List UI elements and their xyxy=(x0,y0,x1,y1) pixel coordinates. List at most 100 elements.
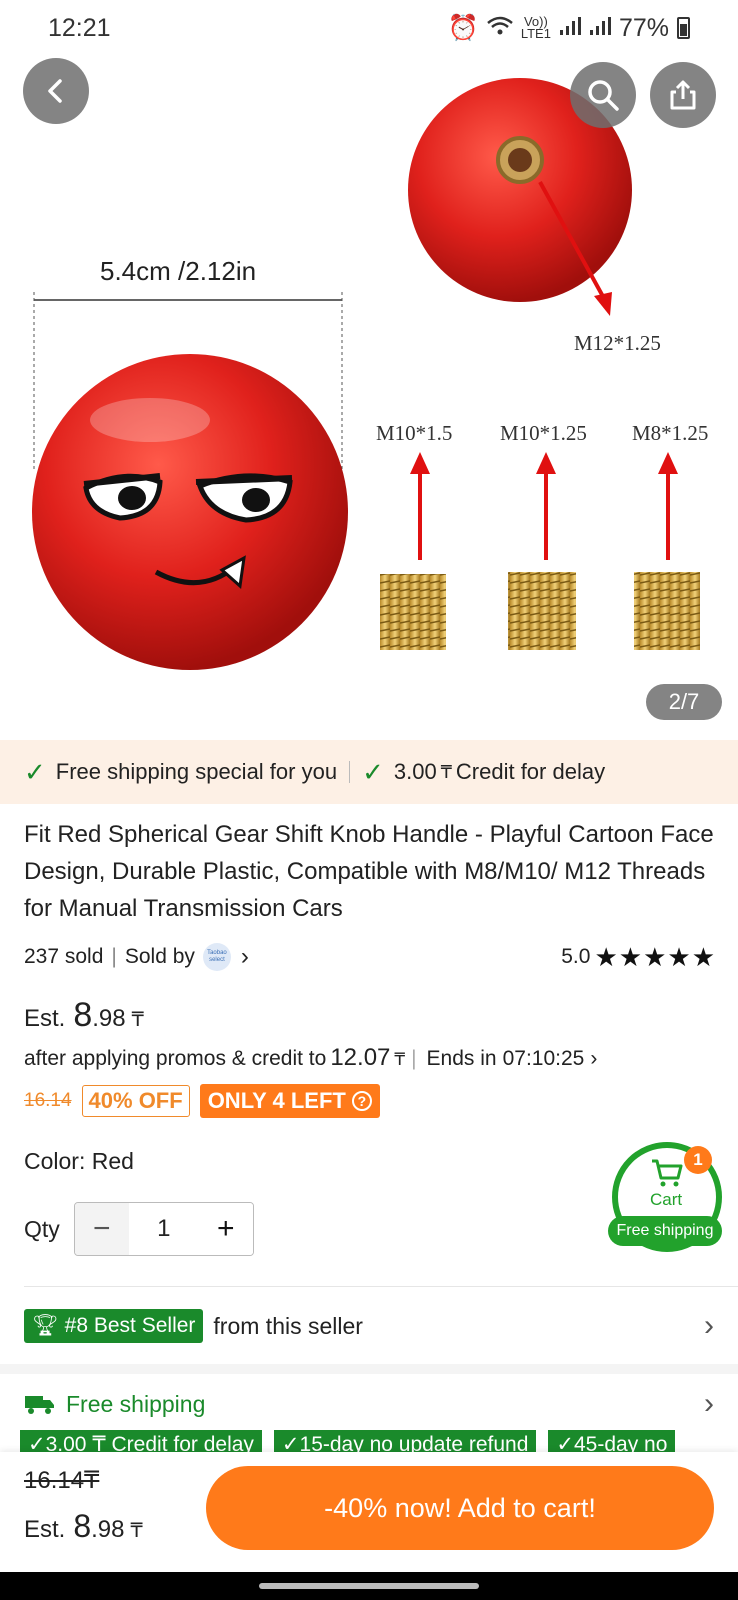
rating[interactable]: 5.0 ★★★★★ xyxy=(561,942,716,973)
est-price-int: 8 xyxy=(73,996,93,1034)
shipping-promo-banner[interactable]: ✓ Free shipping special for you ✓ 3.00 ₸… xyxy=(0,740,738,804)
seller-text: from this seller xyxy=(213,1312,363,1339)
trophy-icon: 🏆︎ xyxy=(32,1314,59,1337)
knob-front-view xyxy=(32,354,348,670)
home-gesture-pill[interactable] xyxy=(259,1583,479,1589)
back-button[interactable] xyxy=(23,58,89,124)
search-button[interactable] xyxy=(570,62,636,128)
shipping-chip: ✓45-day no xyxy=(548,1430,676,1454)
currency-symbol: ₸ xyxy=(394,1050,406,1069)
image-page-indicator: 2/7 xyxy=(646,684,722,720)
check-icon: ✓ xyxy=(362,756,384,787)
divider xyxy=(24,1286,738,1287)
qty-label: Qty xyxy=(24,1215,60,1242)
decrease-button[interactable]: − xyxy=(74,1203,129,1255)
status-icons: ⏰ Vo)) LTE1 77% xyxy=(448,14,690,43)
system-nav-bar xyxy=(0,1572,738,1600)
est-label: Est. xyxy=(24,1005,66,1032)
signal-icon-2 xyxy=(589,14,611,43)
divider: | xyxy=(411,1047,417,1070)
shipping-chips: ✓3.00 ₸ Credit for delay ✓15-day no upda… xyxy=(20,1430,676,1454)
chevron-right-icon: › xyxy=(704,1387,714,1420)
store-logo[interactable]: Taobao select xyxy=(202,943,231,971)
thread-label-1: M10*1.5 xyxy=(376,421,452,445)
divider xyxy=(349,761,351,783)
divider: | xyxy=(111,945,117,968)
best-seller-badge: 🏆︎ #8 Best Seller xyxy=(24,1309,204,1343)
share-button[interactable] xyxy=(650,62,716,128)
free-shipping-title: Free shipping xyxy=(66,1390,206,1417)
chevron-right-icon[interactable]: › xyxy=(241,943,249,971)
bottom-est-price: Est. 8 .98 ₸ xyxy=(24,1508,143,1545)
credit-amount: 3.00 xyxy=(393,759,437,784)
product-image-gallery[interactable]: 5.4cm /2.12in M12*1.25 M10*1.5 M10*1.25 … xyxy=(0,0,738,724)
promo-row[interactable]: after applying promos & credit to 12.07 … xyxy=(24,1044,724,1072)
stock-badge-text: ONLY 4 LEFT xyxy=(207,1088,346,1113)
bottom-action-bar: 16.14₸ Est. 8 .98 ₸ -40% now! Add to car… xyxy=(0,1452,738,1572)
sold-row: 237 sold | Sold by Taobao select › 5.0 ★… xyxy=(24,940,716,974)
thread-label-2: M10*1.25 xyxy=(500,421,587,445)
truck-icon xyxy=(25,1396,54,1414)
countdown: 07:10:25 xyxy=(502,1047,585,1070)
shipping-chip: ✓3.00 ₸ Credit for delay xyxy=(20,1430,262,1454)
thread-label-top: M12*1.25 xyxy=(574,331,661,355)
est-price-int: 8 xyxy=(73,1508,92,1544)
free-shipping-row[interactable]: Free shipping › xyxy=(24,1384,714,1424)
original-price: 16.14 xyxy=(24,1090,72,1111)
search-icon xyxy=(588,80,619,111)
alarm-icon: ⏰ xyxy=(447,13,479,42)
estimated-price: Est. 8 .98 ₸ xyxy=(24,996,144,1035)
product-page: 5.4cm /2.12in M12*1.25 M10*1.5 M10*1.25 … xyxy=(0,0,738,1600)
add-to-cart-button[interactable]: -40% now! Add to cart! xyxy=(206,1466,714,1550)
chevron-right-icon: › xyxy=(704,1309,714,1342)
thread-label-3: M8*1.25 xyxy=(632,421,708,445)
share-icon xyxy=(670,80,696,110)
dimension-label: 5.4cm /2.12in xyxy=(100,256,256,286)
quantity-stepper[interactable]: − 1 + xyxy=(73,1202,254,1256)
sold-count: 237 sold xyxy=(24,945,104,968)
est-price-dec: .98 xyxy=(91,1516,125,1543)
shipping-chip: ✓15-day no update refund xyxy=(273,1430,537,1454)
rating-value: 5.0 xyxy=(561,945,591,968)
est-label: Est. xyxy=(24,1516,66,1543)
chevron-right-icon: › xyxy=(590,1047,598,1070)
promo-text: after applying promos & credit to xyxy=(24,1047,327,1070)
chevron-left-icon xyxy=(48,79,62,103)
thread-adapters xyxy=(380,452,700,650)
product-title: Fit Red Spherical Gear Shift Knob Handle… xyxy=(24,821,714,922)
promo-price: 12.07 xyxy=(330,1044,391,1071)
sold-by-label: Sold by xyxy=(124,945,195,968)
network-label: Vo)) LTE1 xyxy=(520,14,551,41)
badge-row: 16.14 40% OFF ONLY 4 LEFT ? xyxy=(24,1084,380,1118)
currency-symbol: ₸ xyxy=(130,1521,143,1542)
free-shipping-text: Free shipping special for you xyxy=(55,759,338,784)
bottom-original-price: 16.14₸ xyxy=(24,1467,100,1494)
status-time: 12:21 xyxy=(48,13,111,42)
currency-symbol: ₸ xyxy=(131,1010,144,1031)
discount-badge: 40% OFF xyxy=(81,1085,190,1117)
status-bar: 12:21 ⏰ Vo)) LTE1 77% xyxy=(0,0,738,56)
quantity-row: Qty − 1 + xyxy=(24,1202,254,1256)
color-selection[interactable]: Color: Red xyxy=(24,1148,134,1175)
wifi-icon xyxy=(487,14,513,43)
battery-icon xyxy=(677,17,690,39)
quantity-value[interactable]: 1 xyxy=(128,1203,199,1255)
cart-count-badge: 1 xyxy=(684,1146,712,1174)
cart-label: Cart xyxy=(650,1190,683,1209)
section-gap xyxy=(0,1364,738,1374)
stock-badge[interactable]: ONLY 4 LEFT ? xyxy=(199,1084,380,1118)
credit-text: Credit for delay xyxy=(455,759,606,784)
est-price-dec: .98 xyxy=(92,1005,126,1032)
cart-icon xyxy=(652,1159,683,1187)
battery-percent: 77% xyxy=(618,13,669,42)
help-icon: ? xyxy=(351,1091,372,1111)
check-icon: ✓ xyxy=(24,756,46,787)
best-seller-text: #8 Best Seller xyxy=(64,1314,196,1337)
increase-button[interactable]: + xyxy=(198,1203,253,1255)
best-seller-row[interactable]: 🏆︎ #8 Best Seller from this seller › xyxy=(24,1306,714,1346)
cart-free-shipping: Free shipping xyxy=(608,1216,722,1246)
signal-icon xyxy=(559,14,581,43)
star-rating-icon: ★★★★★ xyxy=(594,941,716,972)
ends-label: Ends in xyxy=(426,1047,497,1070)
currency-symbol: ₸ xyxy=(440,761,452,782)
